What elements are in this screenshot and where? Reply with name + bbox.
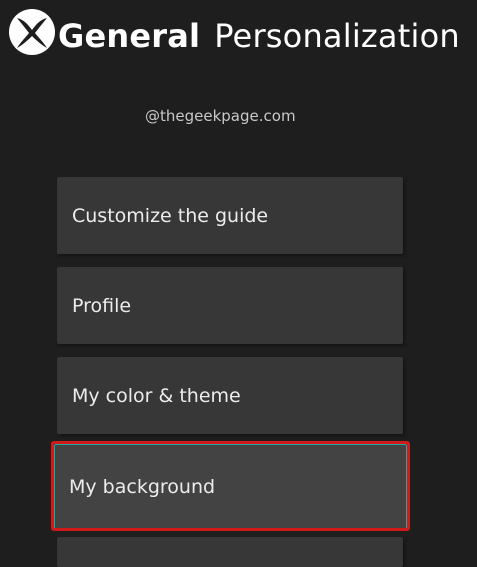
menu-item-label: My background xyxy=(69,476,216,498)
menu-item-label: Customize the guide xyxy=(72,204,269,227)
menu-item-customize-guide[interactable]: Customize the guide xyxy=(57,177,403,254)
title-section: General xyxy=(58,17,201,55)
page-title: General Personalization xyxy=(58,14,460,58)
menu-item-next[interactable] xyxy=(57,537,403,567)
menu-item-color-theme[interactable]: My color & theme xyxy=(57,357,403,434)
menu-item-my-background[interactable]: My background xyxy=(54,444,407,530)
watermark-text: @thegeekpage.com xyxy=(145,107,296,125)
title-page: Personalization xyxy=(214,17,460,55)
menu-item-label: My color & theme xyxy=(72,384,241,407)
menu-item-label: Profile xyxy=(72,294,132,317)
menu-item-profile[interactable]: Profile xyxy=(57,267,403,344)
header: General Personalization xyxy=(0,0,477,70)
xbox-logo-icon[interactable] xyxy=(8,8,56,56)
